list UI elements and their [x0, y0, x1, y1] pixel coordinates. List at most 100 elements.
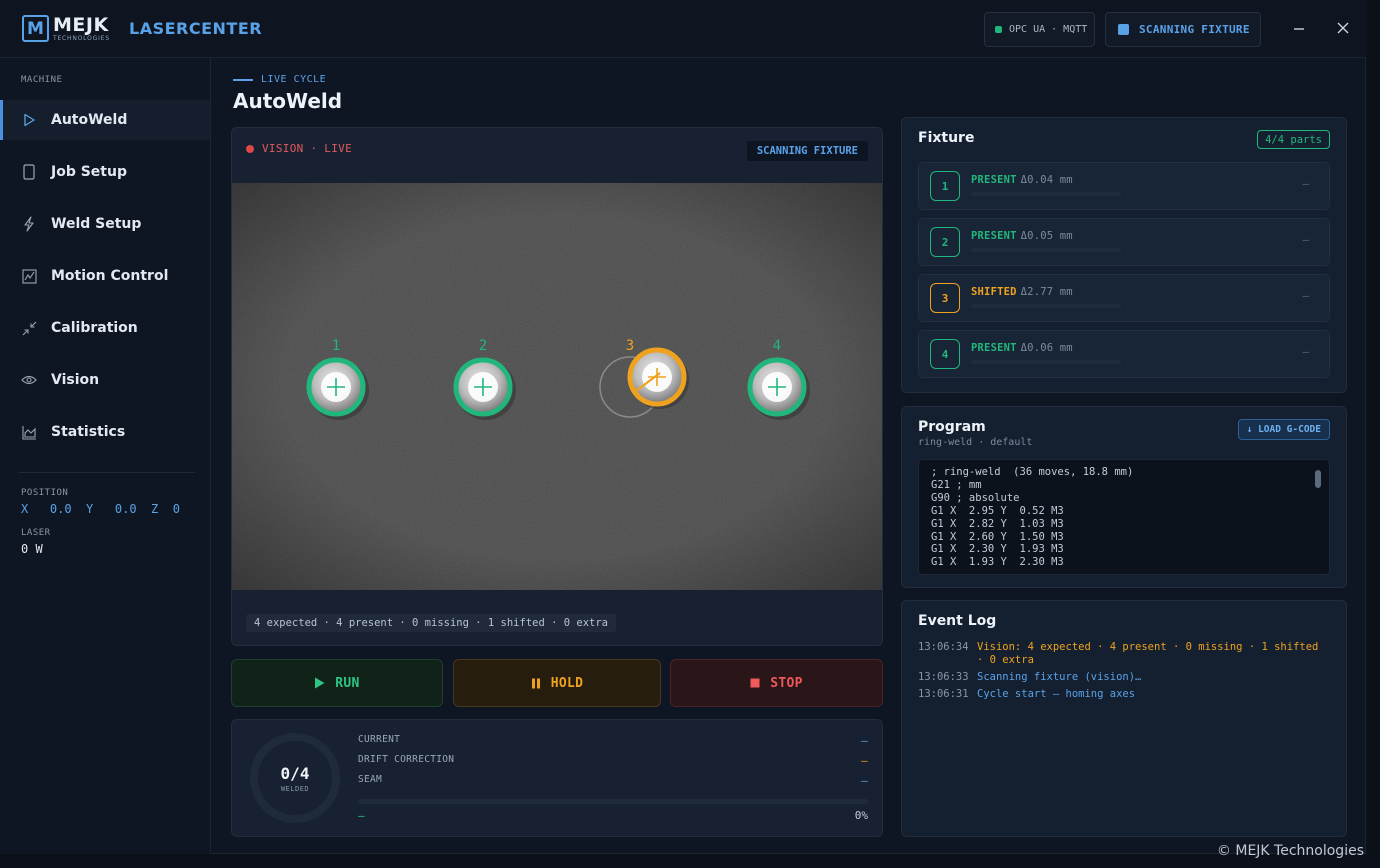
sidebar-item-statistics[interactable]: Statistics [0, 412, 210, 452]
app-title: LASERCENTER [129, 19, 263, 38]
fixture-panel: Fixture 4/4 parts 1 PRESENT Δ0.04 mm — 2 … [901, 117, 1347, 393]
gcode-scrollbar[interactable] [1315, 470, 1321, 488]
fixture-slot-value: — [1302, 345, 1309, 358]
fixture-slot-status: PRESENT Δ0.05 mm [971, 230, 1073, 242]
drift-label: DRIFT CORRECTION [358, 754, 455, 765]
status-label: SCANNING FIXTURE [1139, 23, 1250, 36]
hold-label: HOLD [550, 675, 584, 691]
sidebar-item-label: AutoWeld [51, 112, 128, 128]
current-label: CURRENT [358, 734, 401, 745]
fixture-row[interactable]: 4 PRESENT Δ0.06 mm — [918, 330, 1330, 378]
sidebar-item-calibration[interactable]: Calibration [0, 308, 210, 348]
connected-dot-icon [995, 26, 1002, 33]
position-readout: X 0.0 Y 0.0 Z 0 [21, 502, 180, 516]
fixture-title: Fixture [918, 130, 975, 146]
sidebar-item-label: Vision [51, 372, 100, 388]
fixture-slot-status: PRESENT Δ0.04 mm [971, 174, 1073, 186]
logo-mark-icon: M [22, 15, 49, 42]
part-label: 2 [479, 338, 487, 354]
progress-step: — [358, 809, 365, 822]
gcode-line: G21 ; mm [931, 478, 982, 491]
vision-live-indicator: VISION · LIVE [246, 142, 352, 155]
play-outline-icon [21, 112, 37, 128]
copyright: © MEJK Technologies [1216, 843, 1364, 859]
gcode-line: G1 X 2.60 Y 1.50 M3 [931, 530, 1064, 543]
load-gcode-button[interactable]: ↓ LOAD G-CODE [1237, 419, 1330, 440]
weld-count-ring: 0/4 WELDED [250, 733, 340, 823]
gcode-line: G1 X 1.93 Y 2.30 M3 [931, 556, 1064, 569]
sidebar: MACHINE AutoWeld Job Setup Weld Setup Mo… [0, 58, 211, 854]
sidebar-item-label: Job Setup [51, 164, 127, 180]
seam-value: — [861, 774, 868, 787]
live-dot-icon [246, 144, 254, 153]
fixture-slot-number: 4 [930, 339, 960, 369]
brand-sub: TECHNOLOGIES [53, 34, 110, 42]
fixture-slot-value: — [1302, 289, 1309, 302]
fixture-slot-number: 3 [930, 283, 960, 313]
gcode-line: G90 ; absolute [931, 491, 1020, 504]
parts-count-badge: 4/4 parts [1257, 130, 1330, 149]
camera-feed[interactable]: 1 2 3 4 [232, 183, 882, 590]
machine-status: SCANNING FIXTURE [1105, 12, 1261, 47]
eye-icon [21, 372, 37, 388]
sidebar-item-weld-setup[interactable]: Weld Setup [0, 204, 210, 244]
sidebar-item-label: Motion Control [51, 268, 169, 284]
close-icon [1337, 22, 1349, 34]
log-time: 13:06:34 [918, 641, 969, 653]
area-chart-icon [21, 424, 37, 440]
eyebrow-text: LIVE CYCLE [261, 74, 327, 85]
run-button[interactable]: RUN [231, 659, 443, 707]
log-time: 13:06:33 [918, 671, 969, 683]
fixture-row[interactable]: 2 PRESENT Δ0.05 mm — [918, 218, 1330, 266]
app-window: M MEJK TECHNOLOGIES LASERCENTER OPC UA ·… [0, 0, 1366, 854]
sidebar-item-job-setup[interactable]: Job Setup [0, 152, 210, 192]
weld-progress-bar [358, 799, 868, 804]
fixture-slot-bar [971, 360, 1121, 364]
vision-live-label: VISION · LIVE [262, 142, 352, 155]
fixture-row[interactable]: 1 PRESENT Δ0.04 mm — [918, 162, 1330, 210]
sidebar-divider [19, 472, 195, 473]
minimize-icon [1294, 28, 1304, 30]
sidebar-item-label: Statistics [51, 424, 126, 440]
hold-button[interactable]: HOLD [453, 659, 661, 707]
page-eyebrow: LIVE CYCLE [233, 74, 326, 85]
lightning-icon [21, 216, 37, 232]
connection-label: OPC UA · MQTT [1009, 24, 1088, 35]
part-label: 3 [626, 338, 634, 354]
stop-button[interactable]: STOP [670, 659, 883, 707]
status-indicator-icon [1118, 24, 1129, 35]
close-button[interactable] [1332, 17, 1354, 39]
logo: M MEJK TECHNOLOGIES [22, 15, 110, 42]
sidebar-item-label: Weld Setup [51, 216, 142, 232]
vision-status-badge: SCANNING FIXTURE [746, 141, 868, 161]
sidebar-item-autoweld[interactable]: AutoWeld [0, 100, 210, 140]
log-entry: 13:06:33 Scanning fixture (vision)… [918, 671, 1330, 684]
calibration-arrows-icon [21, 320, 37, 336]
program-title: Program [918, 419, 986, 435]
part-label: 1 [332, 338, 340, 354]
gcode-viewer[interactable]: ; ring-weld (36 moves, 18.8 mm) G21 ; mm… [918, 459, 1330, 575]
part-label: 4 [773, 338, 781, 354]
progress-footer: — 0% [358, 809, 868, 822]
pause-icon [531, 678, 540, 688]
vision-panel: VISION · LIVE SCANNING FIXTURE 1 2 3 4 4… [231, 127, 883, 646]
current-row: CURRENT — [358, 734, 868, 748]
minimize-button[interactable] [1288, 17, 1310, 39]
fixture-row[interactable]: 3 SHIFTED Δ2.77 mm — [918, 274, 1330, 322]
sidebar-item-label: Calibration [51, 320, 138, 336]
sidebar-item-vision[interactable]: Vision [0, 360, 210, 400]
current-value: — [861, 734, 868, 747]
drift-value: — [861, 754, 868, 767]
motion-chart-icon [21, 268, 37, 284]
brand-name: MEJK [53, 13, 109, 36]
connection-status: OPC UA · MQTT [984, 12, 1095, 47]
event-log-panel: Event Log 13:06:34 Vision: 4 expected · … [901, 600, 1347, 837]
page-title: AutoWeld [233, 89, 343, 113]
seam-label: SEAM [358, 774, 383, 785]
sidebar-item-motion-control[interactable]: Motion Control [0, 256, 210, 296]
fixture-slot-bar [971, 192, 1121, 196]
program-panel: Program ring-weld · default ↓ LOAD G-COD… [901, 406, 1347, 588]
fixture-slot-number: 1 [930, 171, 960, 201]
app-header: M MEJK TECHNOLOGIES LASERCENTER OPC UA ·… [0, 0, 1366, 58]
laser-power-readout: 0 W [21, 542, 43, 556]
